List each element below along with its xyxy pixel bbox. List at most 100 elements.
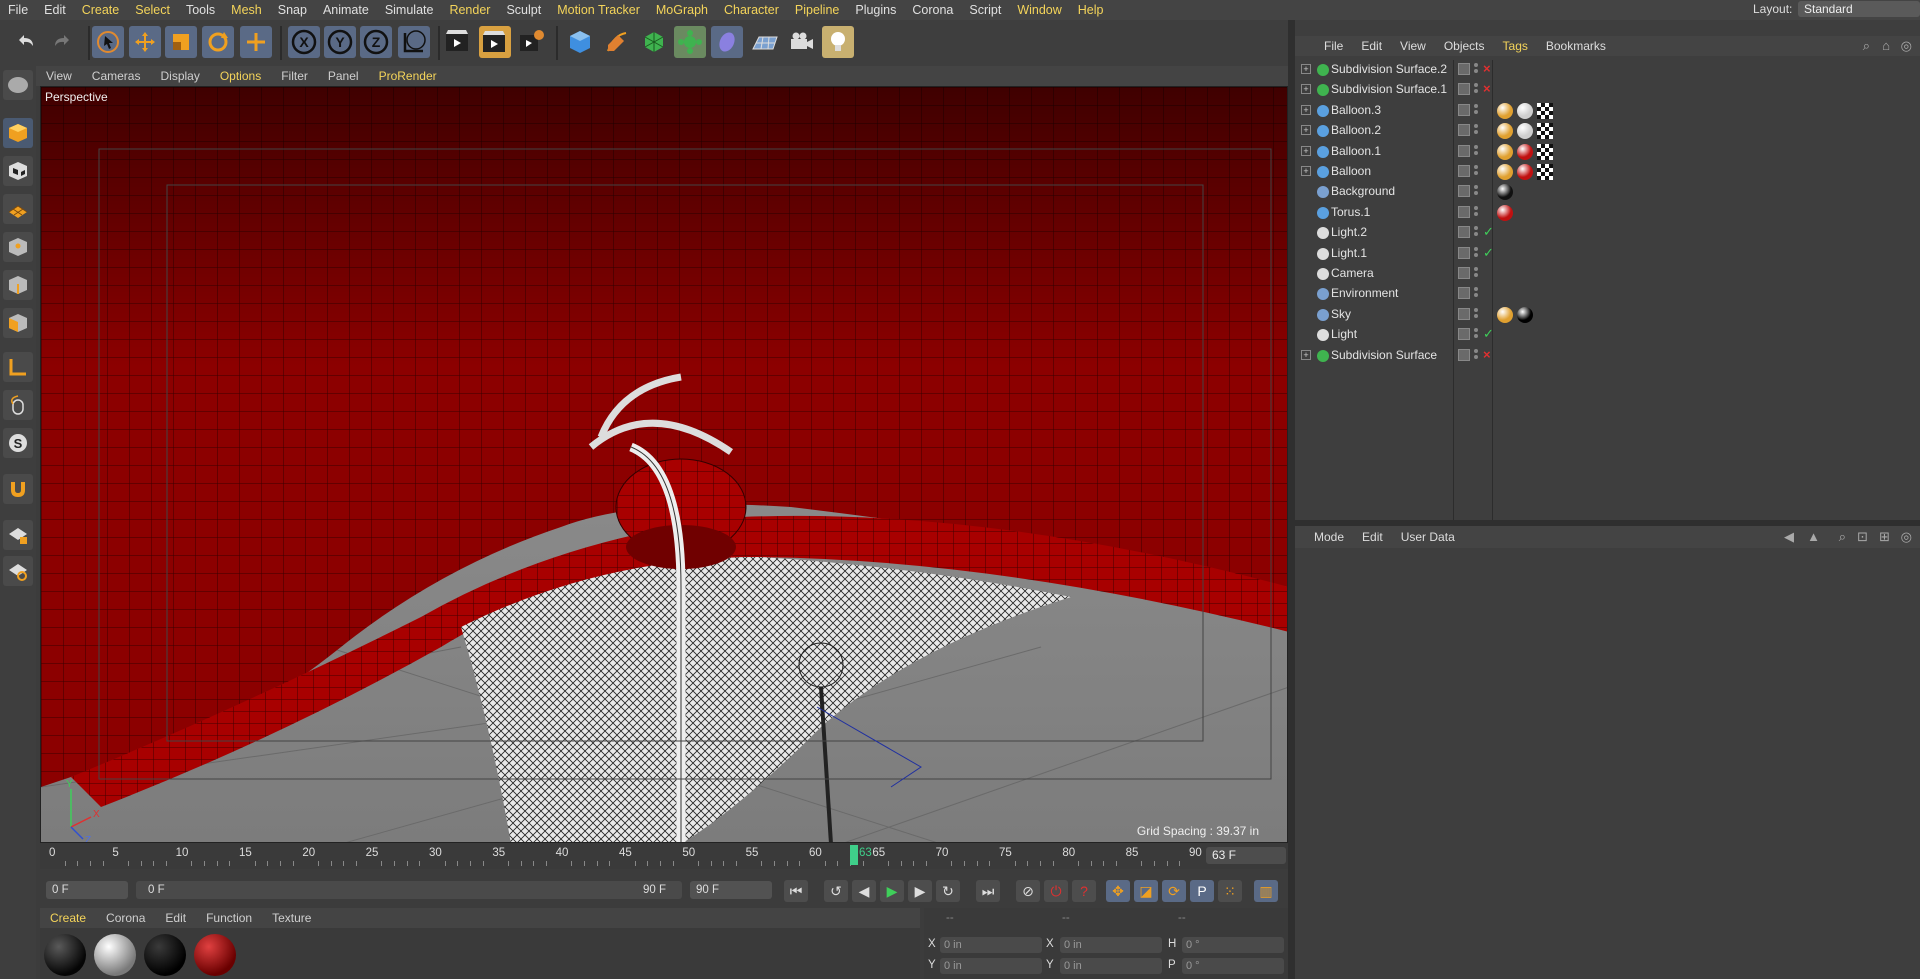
viewport-menu-cameras[interactable]: Cameras	[82, 69, 151, 83]
layer-icon[interactable]	[1458, 267, 1470, 279]
menu-snap[interactable]: Snap	[270, 3, 315, 17]
layer-icon[interactable]	[1458, 307, 1470, 320]
render-settings-icon[interactable]	[516, 26, 548, 58]
texture-mode-icon[interactable]	[3, 156, 33, 186]
move-alt-icon[interactable]	[240, 26, 272, 58]
point-level-icon[interactable]: ⁙	[1218, 880, 1242, 902]
viewport-menu-display[interactable]: Display	[150, 69, 209, 83]
target-icon[interactable]: ◎	[1901, 38, 1912, 54]
polygons-mode-icon[interactable]	[3, 308, 33, 338]
object-row[interactable]: + Balloon.1	[1295, 142, 1920, 162]
object-row[interactable]: Torus.1	[1295, 203, 1920, 223]
rotation-h-field[interactable]: 0 °	[1182, 937, 1284, 953]
rotation-key-icon[interactable]: ⟳	[1162, 880, 1186, 902]
select-cursor-icon[interactable]	[92, 26, 124, 58]
viewport-menu-panel[interactable]: Panel	[318, 69, 369, 83]
autokey-icon[interactable]: ⏻	[1044, 880, 1068, 902]
render-view-icon[interactable]	[442, 26, 474, 58]
menu-create[interactable]: Create	[74, 3, 128, 17]
snap-icon[interactable]: S	[3, 428, 33, 458]
material-tag-icon[interactable]	[1497, 164, 1513, 180]
attribute-menu-edit[interactable]: Edit	[1353, 530, 1392, 544]
object-menu-edit[interactable]: Edit	[1352, 39, 1391, 53]
coordinate-system-icon[interactable]	[398, 26, 430, 58]
object-menu-view[interactable]: View	[1391, 39, 1435, 53]
enabled-check-icon[interactable]: ✓	[1483, 224, 1494, 240]
expand-icon[interactable]: +	[1301, 104, 1311, 115]
object-menu-bookmarks[interactable]: Bookmarks	[1537, 39, 1615, 53]
layer-icon[interactable]	[1458, 328, 1470, 341]
expand-icon[interactable]: +	[1301, 125, 1311, 136]
uvw-tag-icon[interactable]	[1537, 143, 1553, 160]
layer-icon[interactable]	[1458, 144, 1470, 157]
visibility-dots-icon[interactable]	[1474, 164, 1479, 180]
menu-mesh[interactable]: Mesh	[223, 3, 270, 17]
floor-icon[interactable]	[749, 26, 781, 58]
attribute-menu-mode[interactable]: Mode	[1305, 530, 1353, 544]
x-axis-icon[interactable]: X	[288, 26, 320, 58]
material-menu-corona[interactable]: Corona	[96, 911, 155, 925]
target-icon[interactable]: ◎	[1901, 529, 1912, 545]
redo-icon[interactable]	[46, 26, 78, 58]
disabled-x-icon[interactable]: ×	[1483, 347, 1491, 362]
current-frame-field[interactable]: 63 F	[1206, 847, 1286, 864]
layer-icon[interactable]	[1458, 83, 1470, 96]
planar-workplane-icon[interactable]	[3, 556, 33, 586]
object-row[interactable]: + Balloon.3	[1295, 101, 1920, 121]
scale-icon[interactable]	[165, 26, 197, 58]
layer-icon[interactable]	[1458, 63, 1470, 75]
menu-window[interactable]: Window	[1009, 3, 1069, 17]
menu-character[interactable]: Character	[716, 3, 787, 17]
layer-icon[interactable]	[1458, 287, 1470, 300]
object-row[interactable]: Sky	[1295, 305, 1920, 325]
locked-workplane-icon[interactable]	[3, 520, 33, 550]
frame-range-slider[interactable]: 0 F 90 F	[136, 881, 682, 899]
rotation-p-field[interactable]: 0 °	[1182, 958, 1284, 974]
material-swatch[interactable]	[194, 934, 236, 976]
material-tag-icon[interactable]	[1517, 164, 1533, 180]
magnet-icon[interactable]	[3, 474, 33, 504]
position-x-field[interactable]: 0 in	[940, 937, 1042, 953]
material-tag-icon[interactable]	[1497, 306, 1513, 323]
menu-motion-tracker[interactable]: Motion Tracker	[549, 3, 648, 17]
layer-icon[interactable]	[1458, 185, 1470, 198]
expand-icon[interactable]: +	[1301, 145, 1311, 156]
material-menu-texture[interactable]: Texture	[262, 911, 321, 925]
workplane-icon[interactable]	[3, 194, 33, 224]
scale-key-icon[interactable]: ◪	[1134, 880, 1158, 902]
layout-select[interactable]: Standard	[1798, 1, 1920, 17]
lock-icon[interactable]: ⊡	[1857, 529, 1868, 545]
object-menu-file[interactable]: File	[1315, 39, 1352, 53]
search-icon[interactable]: ⌕	[1839, 529, 1846, 545]
viewport-menu-view[interactable]: View	[36, 69, 82, 83]
visibility-dots-icon[interactable]	[1474, 123, 1479, 139]
menu-select[interactable]: Select	[127, 3, 178, 17]
timeline-ruler[interactable]: 0 5 10 15 20 25 30 35 40 45 50 55 60 65 70 75 80 85 90 63 …	[40, 843, 1288, 869]
object-row[interactable]: Environment	[1295, 284, 1920, 304]
object-menu-tags[interactable]: Tags	[1494, 39, 1537, 53]
vertical-splitter[interactable]	[1288, 20, 1295, 979]
visibility-dots-icon[interactable]	[1474, 266, 1479, 282]
uvw-tag-icon[interactable]	[1537, 123, 1553, 140]
go-to-start-icon[interactable]: ⏮	[784, 880, 808, 902]
layer-icon[interactable]	[1458, 124, 1470, 137]
material-tag-icon[interactable]	[1517, 102, 1533, 119]
expand-icon[interactable]: +	[1301, 84, 1311, 95]
new-panel-icon[interactable]: ⊞	[1879, 529, 1890, 545]
viewport-menu-options[interactable]: Options	[210, 69, 271, 83]
visibility-dots-icon[interactable]	[1474, 348, 1479, 364]
menu-plugins[interactable]: Plugins	[847, 3, 904, 17]
visibility-dots-icon[interactable]	[1474, 307, 1479, 323]
search-icon[interactable]: ⌕	[1863, 38, 1870, 54]
start-frame-field[interactable]: 0 F	[46, 881, 128, 899]
material-tag-icon[interactable]	[1517, 143, 1533, 160]
model-mode-icon[interactable]	[3, 118, 33, 148]
next-frame-icon[interactable]: ▶	[908, 880, 932, 902]
menu-sculpt[interactable]: Sculpt	[498, 3, 549, 17]
object-row[interactable]: Light.2 ✓	[1295, 223, 1920, 243]
home-icon[interactable]: ⌂	[1882, 38, 1890, 53]
attribute-menu-user-data[interactable]: User Data	[1392, 530, 1464, 544]
next-key-icon[interactable]: ↻	[936, 880, 960, 902]
menu-pipeline[interactable]: Pipeline	[787, 3, 847, 17]
camera-icon[interactable]	[786, 26, 818, 58]
